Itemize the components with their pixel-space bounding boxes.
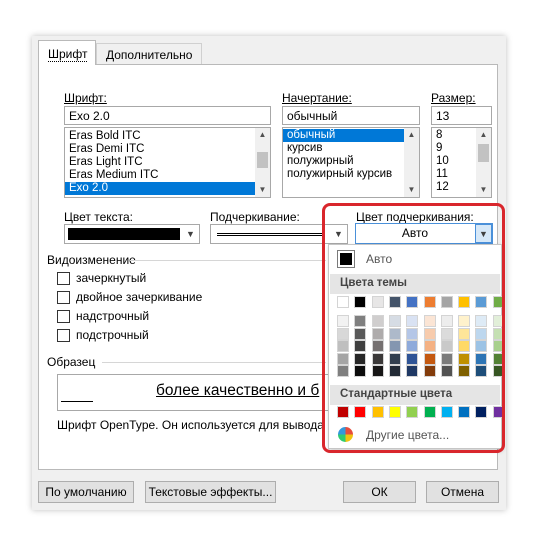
text-effects-label: Текстовые эффекты... xyxy=(148,485,273,499)
tab-advanced[interactable]: Дополнительно xyxy=(96,43,203,65)
size-list-scrollbar[interactable]: ▲ ▼ xyxy=(476,128,491,197)
scroll-up-icon[interactable]: ▲ xyxy=(255,128,270,142)
preview-separator xyxy=(102,362,326,363)
font-list-item[interactable]: Eras Light ITC xyxy=(65,156,270,169)
double-strikethrough-checkbox[interactable] xyxy=(57,291,70,304)
font-list[interactable]: Eras Bold ITC Eras Demi ITC Eras Light ITC… xyxy=(64,127,271,198)
superscript-label: надстрочный xyxy=(76,309,150,323)
scroll-down-icon[interactable]: ▼ xyxy=(255,183,270,197)
scroll-down-icon[interactable]: ▼ xyxy=(404,183,419,197)
scroll-up-icon[interactable]: ▲ xyxy=(476,128,491,142)
double-strikethrough-label: двойное зачеркивание xyxy=(76,290,203,304)
preview-baseline xyxy=(61,401,93,402)
style-input[interactable]: обычный xyxy=(282,106,420,125)
tab-font[interactable]: Шрифт xyxy=(38,40,96,65)
cancel-label: Отмена xyxy=(440,485,485,499)
font-list-item[interactable]: Exo 2.0 xyxy=(65,182,270,195)
tab-font-label: Шрифт xyxy=(48,47,88,62)
strikethrough-label: зачеркнутый xyxy=(76,271,147,285)
underline-preview xyxy=(217,233,325,236)
scroll-up-icon[interactable]: ▲ xyxy=(404,128,419,142)
set-default-button[interactable]: По умолчанию xyxy=(38,481,134,503)
font-list-scrollbar[interactable]: ▲ ▼ xyxy=(255,128,270,197)
font-input[interactable]: Exo 2.0 xyxy=(64,106,271,125)
preview-box: более качественно и б xyxy=(57,374,329,411)
ok-label: ОК xyxy=(371,485,388,499)
scroll-thumb[interactable] xyxy=(257,152,268,168)
font-list-item[interactable]: Eras Demi ITC xyxy=(65,143,270,156)
superscript-checkbox[interactable] xyxy=(57,310,70,323)
effects-separator xyxy=(130,260,326,261)
preview-description: Шрифт OpenType. Он используется для выво… xyxy=(57,418,333,432)
subscript-checkbox[interactable] xyxy=(57,329,70,342)
text-color-label: Цвет текста: xyxy=(64,210,134,224)
text-color-swatch xyxy=(68,228,180,240)
style-list[interactable]: обычный курсив полужирный полужирный курсив… xyxy=(282,127,420,198)
style-label: Начертание: xyxy=(282,91,352,105)
set-default-label: По умолчанию xyxy=(45,485,127,499)
style-list-item[interactable]: полужирный xyxy=(283,155,419,168)
tab-advanced-label: Дополнительно xyxy=(106,48,193,62)
text-effects-button[interactable]: Текстовые эффекты... xyxy=(145,481,276,503)
font-list-item[interactable]: Eras Bold ITC xyxy=(65,130,270,143)
style-list-item[interactable]: полужирный курсив xyxy=(283,168,419,181)
preview-sample-text: более качественно и б xyxy=(156,382,320,399)
font-list-item[interactable]: Eras Medium ITC xyxy=(65,169,270,182)
preview-label: Образец xyxy=(47,355,96,369)
scroll-thumb[interactable] xyxy=(478,144,489,162)
underline-label: Подчеркивание: xyxy=(210,210,300,224)
strikethrough-checkbox[interactable] xyxy=(57,272,70,285)
size-label: Размер: xyxy=(431,91,476,105)
style-list-item[interactable]: курсив xyxy=(283,142,419,155)
scroll-down-icon[interactable]: ▼ xyxy=(476,183,491,197)
font-label: Шрифт: xyxy=(64,91,107,105)
cancel-button[interactable]: Отмена xyxy=(426,481,499,503)
highlight-frame xyxy=(322,203,505,453)
style-list-scrollbar[interactable]: ▲ ▼ xyxy=(404,128,419,197)
style-list-item[interactable]: обычный xyxy=(283,129,419,142)
subscript-label: подстрочный xyxy=(76,328,149,342)
text-color-combo[interactable]: ▼ xyxy=(64,224,200,244)
ok-button[interactable]: ОК xyxy=(343,481,416,503)
size-input[interactable]: 13 xyxy=(431,106,492,125)
effects-label: Видоизменение xyxy=(47,253,136,267)
size-list[interactable]: 8 9 10 11 12 ▲ ▼ xyxy=(431,127,492,198)
chevron-down-icon[interactable]: ▼ xyxy=(182,225,199,243)
